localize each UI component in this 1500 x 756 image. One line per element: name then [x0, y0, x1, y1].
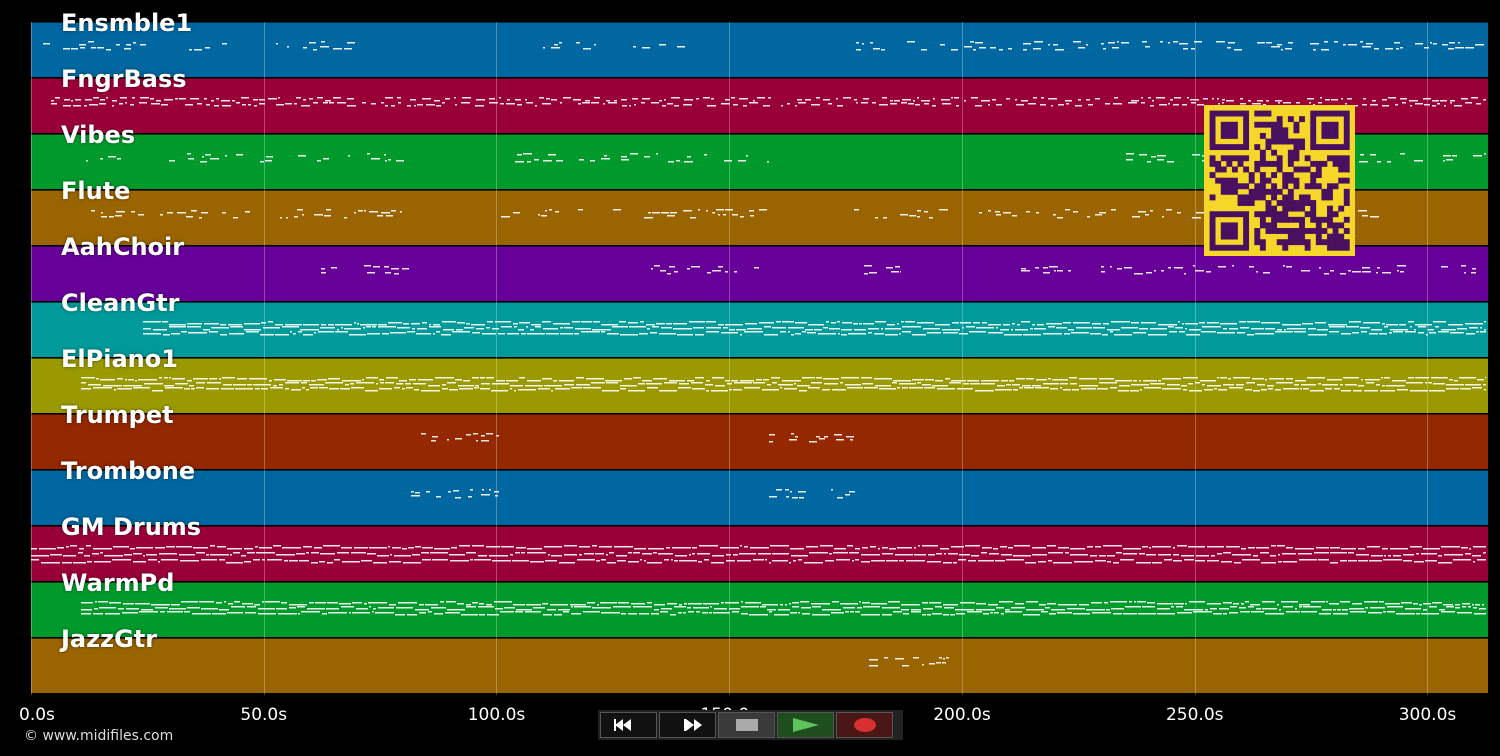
track-label: Vibes [61, 121, 136, 149]
track-row[interactable]: GM Drums [31, 513, 1488, 581]
track-row[interactable]: JazzGtr [31, 625, 1488, 693]
rewind-button[interactable] [600, 712, 657, 738]
track-row[interactable]: CleanGtr [31, 289, 1488, 357]
time-gridline [31, 22, 32, 695]
track-notes [43, 41, 1484, 51]
stop-icon [735, 719, 758, 731]
time-tick-label: 200.0s [933, 705, 991, 725]
track-label: ElPiano1 [61, 345, 178, 373]
track-label: JazzGtr [61, 625, 158, 653]
record-icon [853, 718, 876, 732]
track-notes [421, 433, 854, 443]
track-label: Ensmble1 [61, 9, 193, 37]
play-button[interactable] [777, 712, 834, 738]
rewind-icon [613, 719, 631, 731]
qr-code [1204, 105, 1355, 256]
time-tick-label: 300.0s [1398, 705, 1457, 725]
time-tick-label: 0.0s [19, 705, 55, 725]
time-gridline [263, 22, 265, 695]
copyright-text: © www.midifiles.com [24, 728, 174, 744]
track-row[interactable]: Trombone [31, 457, 1488, 525]
time-gridline [961, 22, 963, 695]
track-row[interactable]: Trumpet [31, 401, 1488, 469]
track-notes [81, 601, 1486, 616]
stop-button[interactable] [718, 712, 775, 738]
record-button[interactable] [836, 712, 893, 738]
track-label: Trombone [61, 457, 196, 485]
time-gridline [729, 22, 731, 695]
track-row[interactable]: Ensmble1 [31, 9, 1488, 77]
track-notes [869, 657, 949, 667]
time-tick-label: 250.0s [1165, 705, 1224, 725]
play-icon [792, 718, 819, 732]
track-label: WarmPd [61, 569, 175, 597]
fast-forward-icon [683, 719, 702, 731]
time-tick-label: 50.0s [240, 705, 288, 725]
track-notes [81, 377, 1486, 392]
track-label: GM Drums [61, 513, 202, 541]
track-label: CleanGtr [61, 289, 180, 317]
track-label: Trumpet [61, 401, 174, 429]
time-tick-label: 100.0s [467, 705, 526, 725]
fast-forward-button[interactable] [659, 712, 716, 738]
time-gridline [496, 22, 498, 695]
qr-code-graphic [1209, 110, 1350, 251]
track-label: FngrBass [61, 65, 187, 93]
track-label: Flute [61, 177, 131, 205]
transport-controls [598, 710, 903, 740]
track-row[interactable]: ElPiano1 [31, 345, 1488, 413]
track-notes [411, 489, 855, 499]
track-notes [31, 545, 1486, 564]
time-gridline [1427, 22, 1429, 695]
track-notes [143, 321, 1486, 336]
time-gridline [1194, 22, 1196, 695]
track-label: AahChoir [61, 233, 185, 261]
track-row[interactable]: WarmPd [31, 569, 1488, 637]
